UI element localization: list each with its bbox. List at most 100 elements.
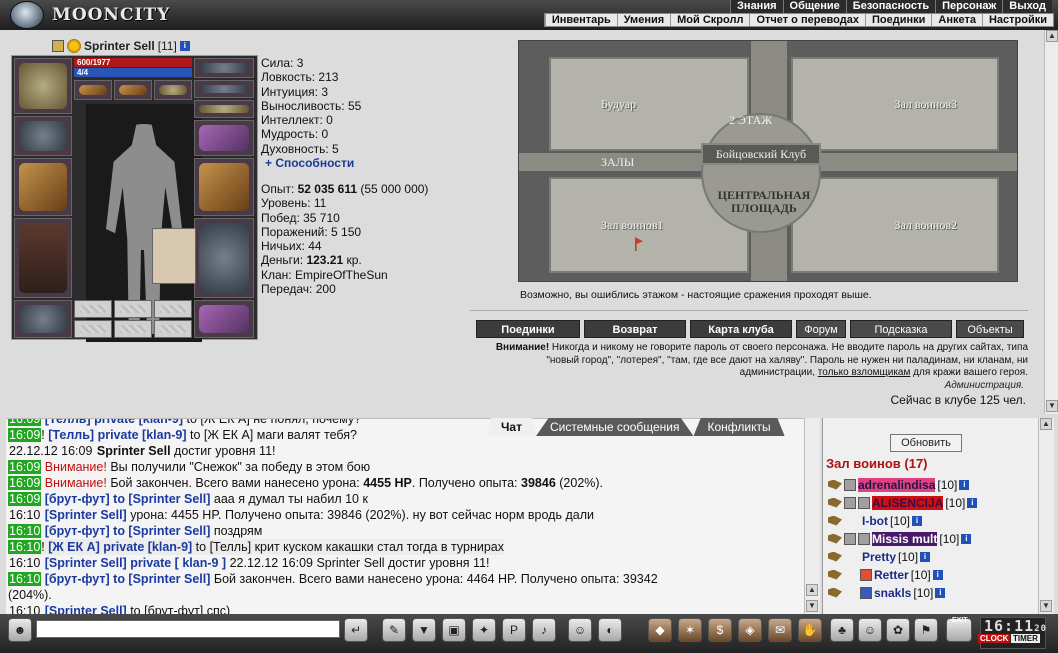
- offhand-slot-icon[interactable]: [194, 158, 254, 216]
- rune-slot-1-icon[interactable]: [74, 80, 112, 100]
- empty-slot-icon[interactable]: [114, 320, 152, 338]
- nav-settings[interactable]: Настройки: [981, 14, 1053, 26]
- pet-cat-icon[interactable]: [152, 228, 196, 284]
- tab-conflicts[interactable]: Конфликты: [693, 418, 785, 436]
- bracers-slot-icon[interactable]: [14, 116, 72, 156]
- private-icon[interactable]: P: [502, 618, 526, 642]
- chat-private[interactable]: private [klan-9]: [98, 428, 187, 442]
- paws-icon[interactable]: ✿: [886, 618, 910, 642]
- weapon-slot-icon[interactable]: [14, 158, 72, 216]
- rune-slot-3-icon[interactable]: [154, 80, 192, 100]
- eraser-icon[interactable]: ✎: [382, 618, 406, 642]
- chat-time[interactable]: 16:10: [8, 572, 42, 586]
- chat-private[interactable]: private [klan-9]: [94, 419, 183, 426]
- scroll-up-icon[interactable]: ▲: [1046, 30, 1058, 42]
- clock-toggle[interactable]: CLOCK: [978, 634, 1011, 643]
- duels-button[interactable]: Поединки: [476, 320, 580, 338]
- info-icon[interactable]: i: [932, 569, 943, 580]
- chat-to[interactable]: to [Sprinter Sell]: [113, 572, 210, 586]
- info-icon[interactable]: i: [920, 551, 931, 562]
- empty-slot-icon[interactable]: [154, 300, 192, 318]
- timer-toggle[interactable]: TIMER: [1011, 634, 1040, 643]
- armor-slot-icon[interactable]: [14, 218, 72, 298]
- mail-icon[interactable]: ✉: [768, 618, 792, 642]
- chat-time[interactable]: 16:09: [8, 428, 42, 442]
- chat-scrollbar[interactable]: ▲ ▼: [804, 418, 820, 614]
- objects-button[interactable]: Объекты: [956, 320, 1024, 338]
- gloves-slot-icon[interactable]: [194, 120, 254, 156]
- helmet-slot-icon[interactable]: [14, 58, 72, 114]
- attack-icon[interactable]: [828, 569, 842, 580]
- room-panel-scrollbar[interactable]: ▲ ▼: [1038, 418, 1054, 614]
- empty-slot-icon[interactable]: [74, 320, 112, 338]
- chat-private[interactable]: private [klan-9]: [103, 540, 192, 554]
- halls-link[interactable]: ЗАЛЫ: [601, 155, 634, 170]
- amulet-slot-icon[interactable]: [194, 80, 254, 98]
- nav-inventory[interactable]: Инвентарь: [544, 14, 617, 26]
- filter-icon[interactable]: ▼: [412, 618, 436, 642]
- chat-nick[interactable]: [Телль]: [45, 419, 91, 426]
- central-square-link[interactable]: ЦЕНТРАЛЬНАЯ ПЛОЩАДЬ: [714, 189, 814, 215]
- treasure-icon[interactable]: ◈: [738, 618, 762, 642]
- attack-icon[interactable]: [828, 587, 842, 598]
- info-icon[interactable]: i: [912, 515, 923, 526]
- chat-nick[interactable]: [Sprinter Sell]: [45, 508, 127, 522]
- chat-nick[interactable]: [брут-фут]: [45, 492, 110, 506]
- empty-slot-icon[interactable]: [114, 300, 152, 318]
- tab-system-messages[interactable]: Системные сообщения: [535, 418, 694, 436]
- attack-icon[interactable]: [828, 515, 842, 526]
- bag-icon[interactable]: ◆: [648, 618, 672, 642]
- chat-mode-icon[interactable]: ☻: [8, 618, 32, 642]
- chat-input[interactable]: [36, 620, 340, 638]
- player-name[interactable]: Pretty: [862, 550, 896, 564]
- attack-icon[interactable]: [828, 497, 842, 508]
- empty-slot-icon[interactable]: [74, 300, 112, 318]
- attack-icon[interactable]: [828, 533, 842, 544]
- empty-slot-icon[interactable]: [154, 320, 192, 338]
- scroll-up-icon[interactable]: ▲: [1040, 418, 1052, 430]
- scroll-down-icon[interactable]: ▼: [806, 600, 818, 612]
- info-icon[interactable]: i: [961, 533, 972, 544]
- refresh-button[interactable]: Обновить: [890, 434, 962, 452]
- nav-my-scroll[interactable]: Мой Скролл: [670, 14, 749, 26]
- player-name[interactable]: snakls: [874, 586, 911, 600]
- player-name[interactable]: Retter: [874, 568, 909, 582]
- hint-button[interactable]: Подсказка: [850, 320, 952, 338]
- info-icon[interactable]: i: [935, 587, 946, 598]
- player-name[interactable]: Missis mult: [872, 531, 938, 546]
- fighter-icon[interactable]: ✦: [472, 618, 496, 642]
- nav-transfer-report[interactable]: Отчет о переводах: [749, 14, 865, 26]
- info-icon[interactable]: i: [959, 479, 970, 490]
- nav-profile[interactable]: Анкета: [931, 14, 982, 26]
- flag-icon[interactable]: ⚑: [914, 618, 938, 642]
- arena-icon[interactable]: ✶: [678, 618, 702, 642]
- room-warriors-2[interactable]: Зал воинов2: [791, 177, 999, 273]
- rune-slot-2-icon[interactable]: [114, 80, 152, 100]
- ring-slots-icon[interactable]: [194, 100, 254, 118]
- chat-nick[interactable]: [брут-фут]: [45, 572, 110, 586]
- abilities-link[interactable]: + Способности: [261, 156, 361, 170]
- forum-button[interactable]: Форум: [796, 320, 846, 338]
- grip-icon[interactable]: ✋: [798, 618, 822, 642]
- chat-time[interactable]: 16:09: [8, 460, 42, 474]
- smiley-icon[interactable]: ☺: [568, 618, 592, 642]
- scroll-up-icon[interactable]: ▲: [806, 584, 818, 596]
- belt-slot-icon[interactable]: [14, 300, 72, 338]
- chat-time[interactable]: 16:09: [8, 476, 42, 490]
- earring-slot-icon[interactable]: [194, 58, 254, 78]
- player-name[interactable]: I-bot: [862, 514, 888, 528]
- tab-chat[interactable]: Чат: [487, 418, 536, 436]
- chat-nick[interactable]: [брут-фут]: [45, 524, 110, 538]
- nav-character[interactable]: Персонаж: [935, 0, 1002, 13]
- nav-duels[interactable]: Поединки: [864, 14, 931, 26]
- player-name[interactable]: ALISENCIJA: [872, 495, 944, 510]
- chat-nick[interactable]: [Sprinter Sell]: [45, 556, 127, 570]
- chat-time[interactable]: 16:10: [8, 540, 42, 554]
- send-icon[interactable]: ↵: [344, 618, 368, 642]
- chat-nick[interactable]: [Sprinter Sell]: [45, 604, 127, 614]
- return-button[interactable]: Возврат: [584, 320, 686, 338]
- scroll-down-icon[interactable]: ▼: [1046, 400, 1058, 412]
- legs-slot-icon[interactable]: [194, 218, 254, 298]
- chat-time[interactable]: 16:10: [8, 524, 42, 538]
- money-bag-icon[interactable]: $: [708, 618, 732, 642]
